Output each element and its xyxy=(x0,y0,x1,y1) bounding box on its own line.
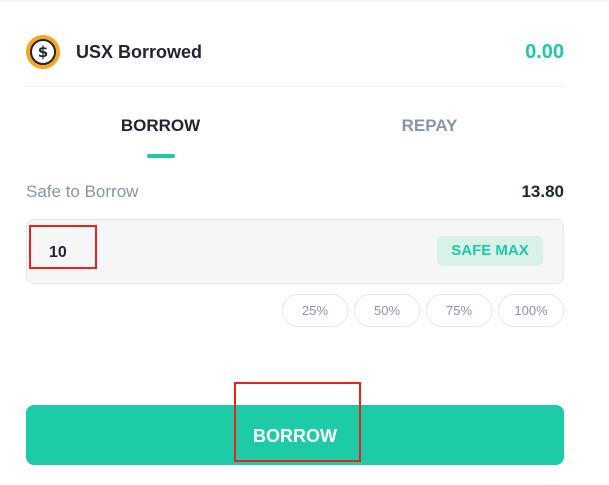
safe-to-borrow-row: Safe to Borrow 13.80 xyxy=(26,180,564,204)
tab-bar: BORROW REPAY xyxy=(26,104,564,160)
borrow-panel: $ USX Borrowed 0.00 BORROW REPAY Safe to… xyxy=(0,0,609,485)
safe-to-borrow-value: 13.80 xyxy=(521,182,564,201)
borrow-button[interactable]: BORROW xyxy=(26,405,564,465)
borrowed-title: USX Borrowed xyxy=(76,41,203,62)
tab-borrow[interactable]: BORROW xyxy=(26,104,295,160)
borrowed-amount: 0.00 xyxy=(525,40,564,63)
safe-max-button[interactable]: SAFE MAX xyxy=(437,236,543,266)
borrowed-header: $ USX Borrowed 0.00 xyxy=(26,32,564,72)
tab-repay[interactable]: REPAY xyxy=(295,104,564,160)
amount-input-box: SAFE MAX xyxy=(26,219,564,284)
dollar-sign-glyph: $ xyxy=(30,39,56,65)
percent-50-button[interactable]: 50% xyxy=(354,294,420,327)
active-tab-indicator xyxy=(147,154,175,158)
amount-input[interactable] xyxy=(47,238,351,268)
percent-75-button[interactable]: 75% xyxy=(426,294,492,327)
top-border xyxy=(0,0,609,2)
percent-25-button[interactable]: 25% xyxy=(282,294,348,327)
dollar-coin-icon: $ xyxy=(26,35,60,69)
header-left: $ USX Borrowed xyxy=(26,35,202,69)
header-divider xyxy=(26,86,564,87)
percent-100-button[interactable]: 100% xyxy=(498,294,564,327)
safe-to-borrow-label: Safe to Borrow xyxy=(26,182,139,201)
